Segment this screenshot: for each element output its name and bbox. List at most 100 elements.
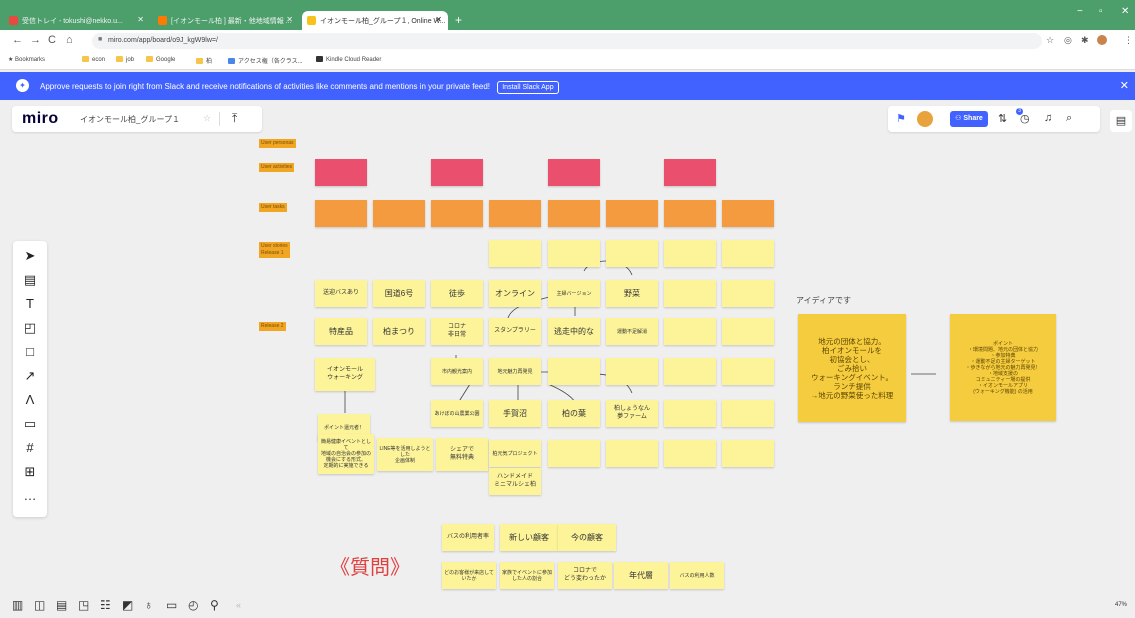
bookmark-access[interactable]: アクセス権（各クラス... (228, 56, 303, 65)
story-sticky[interactable]: 柏元気プロジェクト (489, 440, 541, 467)
vote-icon[interactable]: ♁ (144, 598, 153, 612)
arrow-icon[interactable]: ↗ (13, 368, 47, 384)
story-sticky[interactable]: コロナ 非日常 (431, 318, 483, 345)
task-sticky[interactable] (722, 200, 774, 227)
story-sticky[interactable]: 簡易健康イベントとして 地域の自治会の参加の 機会にする形式、 定期的に実施でき… (318, 434, 374, 474)
miro-logo[interactable]: miro (22, 110, 59, 128)
browser-tab-aeon[interactable]: [イオンモール柏 ] 最新・他地域情報 ... ✕ (153, 11, 299, 30)
cursor-icon[interactable]: ➤ (13, 248, 47, 264)
story-sticky[interactable]: LINE等を活用しようとした 企画体制 (377, 438, 433, 471)
story-sticky[interactable] (722, 280, 774, 307)
question-sticky[interactable]: 新しい顧客 (500, 524, 558, 551)
story-sticky[interactable] (722, 358, 774, 385)
story-sticky[interactable] (722, 240, 774, 267)
browser-tab-miro[interactable]: イオンモール柏_グループ１, Online W... ✕ (302, 11, 448, 30)
task-sticky[interactable] (606, 200, 658, 227)
story-sticky[interactable]: 手賀沼 (489, 400, 541, 427)
question-sticky[interactable]: バスの利用人数 (670, 562, 724, 589)
upload-icon[interactable]: ⊞ (13, 464, 47, 480)
row-label-tasks[interactable]: User tasks (259, 203, 287, 212)
question-sticky[interactable]: バスの利用者率 (442, 524, 494, 551)
activity-sticky[interactable] (315, 159, 367, 186)
install-slack-button[interactable]: Install Slack App (497, 81, 559, 94)
search-icon[interactable]: ⌕ (1066, 112, 1072, 125)
bookmark-kindle[interactable]: Kindle Cloud Reader (316, 56, 381, 63)
avatar[interactable] (917, 111, 933, 127)
bookmark-kashiwa[interactable]: 柏 (196, 56, 212, 65)
comments-icon[interactable]: ◫ (34, 598, 45, 612)
story-sticky[interactable] (664, 358, 716, 385)
story-sticky[interactable] (489, 240, 541, 267)
menu-dots-icon[interactable]: ⋮ (1124, 35, 1133, 46)
task-sticky[interactable] (548, 200, 600, 227)
frame-icon[interactable]: # (13, 440, 47, 455)
bookmark-star-icon[interactable]: ☆ (1046, 35, 1054, 46)
shape-icon[interactable]: □ (13, 344, 47, 359)
close-banner-icon[interactable]: ✕ (1120, 79, 1129, 92)
card-icon[interactable]: ◩ (122, 598, 133, 612)
bookmarks-item[interactable]: ★ Bookmarks (8, 56, 45, 63)
activity-sticky[interactable] (431, 159, 483, 186)
story-sticky[interactable]: 野菜 (606, 280, 658, 307)
story-sticky[interactable]: スタンプラリー (489, 318, 541, 345)
story-sticky[interactable]: 柏まつり (373, 318, 425, 345)
story-sticky[interactable]: イオンモール ウォーキング (315, 358, 375, 391)
home-icon[interactable]: ⌂ (66, 34, 73, 46)
activity-sticky[interactable] (664, 159, 716, 186)
pen-icon[interactable]: Λ (13, 392, 47, 407)
screen-share-icon[interactable]: ◳ (78, 598, 89, 612)
story-sticky[interactable] (664, 240, 716, 267)
story-sticky[interactable]: 地元魅力再発見 (489, 358, 541, 385)
story-sticky[interactable] (606, 240, 658, 267)
story-sticky[interactable]: 運動不足解消 (606, 318, 658, 345)
story-sticky[interactable]: ハンドメイド ミニマルシェ柏 (489, 468, 541, 495)
collapse-icon[interactable]: « (236, 600, 241, 610)
idea-points-sticky[interactable]: ポイント ・環境問題、地元の団体と協力 ・参加特典 ・運動不足の主婦ターゲット … (950, 314, 1056, 421)
new-tab-icon[interactable]: + (455, 13, 462, 27)
question-sticky[interactable]: 家族でイベントに参加した人の割合 (500, 562, 554, 589)
forward-icon[interactable]: → (30, 34, 41, 46)
story-sticky[interactable]: 国道6号 (373, 280, 425, 307)
window-close-icon[interactable]: ✕ (1121, 6, 1129, 17)
story-sticky[interactable] (548, 358, 600, 385)
more-icon[interactable]: … (13, 488, 47, 503)
story-sticky[interactable] (664, 400, 716, 427)
story-sticky[interactable]: 柏しょうなん 夢ファーム (606, 400, 658, 427)
story-sticky[interactable] (722, 400, 774, 427)
idea-label[interactable]: アイディアです (796, 295, 851, 306)
story-sticky[interactable] (606, 440, 658, 467)
story-sticky[interactable] (548, 440, 600, 467)
profile-avatar-icon[interactable] (1097, 35, 1107, 45)
story-sticky[interactable] (606, 358, 658, 385)
task-sticky[interactable] (664, 200, 716, 227)
story-sticky[interactable]: 徒歩 (431, 280, 483, 307)
maximize-icon[interactable]: ▫ (1099, 6, 1103, 17)
close-tab-icon[interactable]: ✕ (137, 15, 144, 24)
activity-sticky[interactable] (548, 159, 600, 186)
question-sticky[interactable]: 今の顧客 (558, 524, 616, 551)
close-tab-icon[interactable]: ✕ (435, 15, 442, 24)
story-sticky[interactable]: 特産品 (315, 318, 367, 345)
close-tab-icon[interactable]: ✕ (286, 15, 293, 24)
bell-icon[interactable]: ♫ (1044, 112, 1052, 124)
bookmark-google[interactable]: Google (146, 56, 175, 63)
extension-icon[interactable]: ◎ (1064, 35, 1072, 46)
bookmark-econ[interactable]: econ (82, 56, 105, 63)
settings-icon[interactable]: ⇅ (998, 112, 1007, 125)
board-name[interactable]: イオンモール柏_グループ１ (80, 114, 180, 125)
story-sticky[interactable] (722, 440, 774, 467)
story-sticky[interactable]: シェアで 無料特典 (436, 438, 488, 471)
story-sticky[interactable] (722, 318, 774, 345)
zoom-level[interactable]: 47% (1115, 602, 1127, 608)
reload-icon[interactable]: C (48, 34, 56, 46)
frames-icon[interactable]: ▥ (12, 598, 23, 612)
story-sticky[interactable]: オンライン (489, 280, 541, 307)
minimize-icon[interactable]: − (1077, 6, 1083, 17)
browser-tab-gmail[interactable]: 受信トレイ - tokushi@nekko.u... ✕ (4, 11, 150, 30)
text-icon[interactable]: T (13, 296, 47, 311)
story-sticky[interactable] (664, 280, 716, 307)
row-label-stories[interactable]: User stories Release 1 (259, 242, 290, 258)
attention-icon[interactable]: ⚲ (210, 598, 219, 612)
idea-sticky[interactable]: 地元の団体と協力。 柏イオンモールを 初協会とし、 ごみ拾い ウォーキングイベン… (798, 314, 906, 422)
row-label-personas[interactable]: User personas (259, 139, 296, 148)
